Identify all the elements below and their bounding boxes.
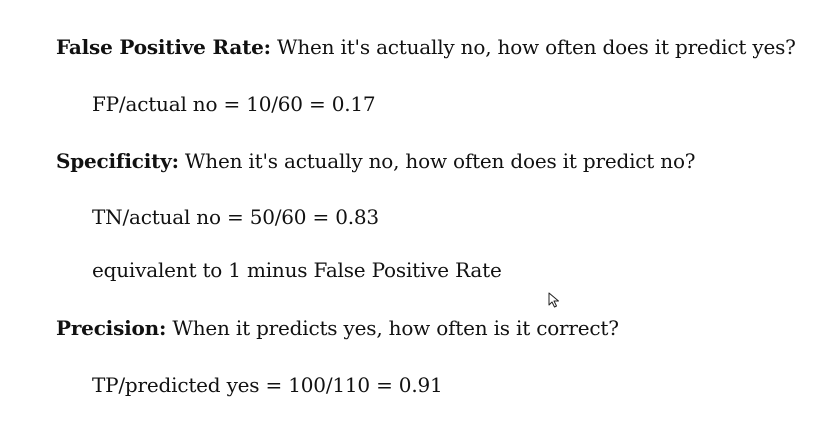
precision-term: Precision: [56, 316, 167, 340]
specificity-formula: TN/actual no = 50/60 = 0.83 [92, 205, 379, 229]
specificity-heading: Specificity: When it's actually no, how … [56, 149, 696, 173]
fpr-formula: FP/actual no = 10/60 = 0.17 [92, 92, 376, 116]
document-page: False Positive Rate: When it's actually … [0, 0, 819, 425]
specificity-term: Specificity: [56, 149, 179, 173]
fpr-heading: False Positive Rate: When it's actually … [56, 35, 796, 59]
mouse-pointer-icon [548, 292, 559, 308]
precision-heading: Precision: When it predicts yes, how oft… [56, 316, 619, 340]
precision-formula: TP/predicted yes = 100/110 = 0.91 [92, 373, 443, 397]
precision-question: When it predicts yes, how often is it co… [166, 316, 619, 340]
specificity-question: When it's actually no, how often does it… [178, 149, 696, 173]
fpr-question: When it's actually no, how often does it… [270, 35, 796, 59]
fpr-term: False Positive Rate: [56, 35, 271, 59]
specificity-note: equivalent to 1 minus False Positive Rat… [92, 258, 502, 282]
